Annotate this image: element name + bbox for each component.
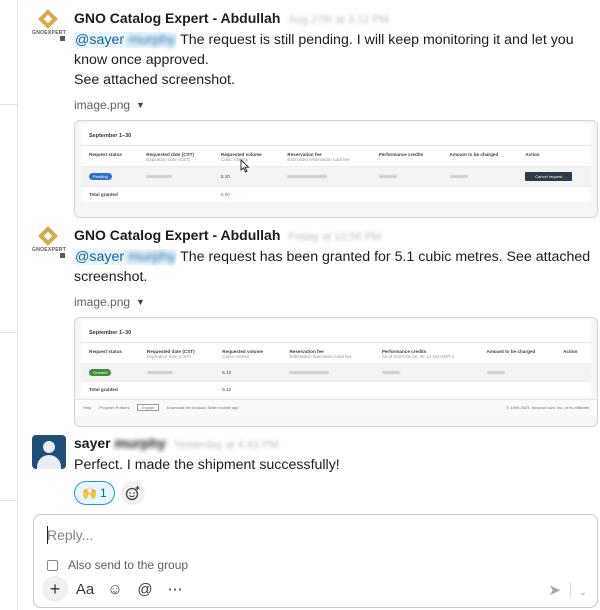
status-badge: Granted <box>89 369 112 376</box>
reply-input[interactable]: Reply... <box>47 527 93 543</box>
rail-divider <box>0 500 18 501</box>
sender-name[interactable]: sayer murphy <box>74 435 166 451</box>
composer-toolbar: + Aa ☺ @ ⋯ <box>42 576 188 602</box>
plus-icon[interactable]: + <box>42 576 68 602</box>
chevron-down-icon[interactable]: ▼ <box>136 297 145 307</box>
status-badge: Pending <box>89 173 112 180</box>
reply-composer[interactable]: Reply... Also send to the group + Aa ☺ @… <box>33 514 598 608</box>
reaction-pill[interactable]: 🙌 1 <box>74 481 115 505</box>
attached-screenshot[interactable]: September 1–30 Request status Requested … <box>74 120 598 218</box>
raised-hands-emoji-icon: 🙌 <box>82 486 97 500</box>
add-emoji-icon <box>125 486 140 501</box>
message-text: @sayer murphy The request is still pendi… <box>74 32 574 88</box>
screenshot-section-title: September 1–30 <box>81 123 591 146</box>
left-rail <box>0 0 18 610</box>
add-reaction-button[interactable] <box>120 481 145 505</box>
avatar[interactable]: GNOEXPERT <box>32 9 67 44</box>
format-text-icon[interactable]: Aa <box>72 576 98 602</box>
user-avatar-icon <box>32 435 66 469</box>
screenshot-table: Request status Requested date (CST) Expir… <box>81 343 591 397</box>
screenshot-footer: Help Program Policies English Download t… <box>75 399 597 416</box>
more-icon[interactable]: ⋯ <box>162 576 188 602</box>
cancel-request-button: Cancel request <box>525 172 573 181</box>
also-send-label: Also send to the group <box>68 558 189 572</box>
emoji-icon[interactable]: ☺ <box>102 576 128 602</box>
also-send-option[interactable]: Also send to the group <box>47 558 188 572</box>
sender-name[interactable]: GNO Catalog Expert - Abdullah <box>74 10 280 26</box>
rail-divider <box>0 332 18 333</box>
message-timestamp[interactable]: Aug 27th at 3:12 PM <box>288 14 388 26</box>
presence-status-icon <box>58 251 67 260</box>
chevron-down-icon[interactable]: ▼ <box>136 100 145 110</box>
also-send-checkbox[interactable] <box>47 559 58 571</box>
presence-status-icon <box>58 34 67 43</box>
send-divider <box>570 582 571 598</box>
attachment-filename[interactable]: image.png <box>74 295 130 309</box>
send-icon[interactable]: ➤ <box>548 581 561 599</box>
attachment-header[interactable]: image.png ▼ <box>74 98 598 112</box>
attachment-filename[interactable]: image.png <box>74 98 130 112</box>
sender-name[interactable]: GNO Catalog Expert - Abdullah <box>74 227 280 243</box>
user-mention[interactable]: @sayer murphy <box>74 249 177 265</box>
message-timestamp[interactable]: Yesterday at 4:43 PM <box>174 439 279 451</box>
reaction-count: 1 <box>99 486 107 500</box>
screenshot-table: Request status Requested date (CST) Expir… <box>81 146 591 202</box>
attached-screenshot[interactable]: September 1–30 Request status Requested … <box>74 317 598 427</box>
rail-divider <box>0 104 18 105</box>
message-text: @sayer murphy The request has been grant… <box>74 249 591 285</box>
avatar[interactable] <box>32 435 66 469</box>
message-text: Perfect. I made the shipment successfull… <box>74 457 340 473</box>
user-mention[interactable]: @sayer murphy <box>74 32 177 48</box>
avatar[interactable]: GNOEXPERT <box>32 226 67 261</box>
chevron-down-icon[interactable]: ⌄ <box>579 587 587 598</box>
attachment-header[interactable]: image.png ▼ <box>74 295 598 309</box>
message-timestamp[interactable]: Friday at 10:56 PM <box>288 231 381 243</box>
mouse-cursor-icon <box>240 159 250 173</box>
at-mention-icon[interactable]: @ <box>132 576 158 602</box>
reactions-bar: 🙌 1 <box>74 481 598 505</box>
screenshot-section-title: September 1–30 <box>81 320 591 343</box>
